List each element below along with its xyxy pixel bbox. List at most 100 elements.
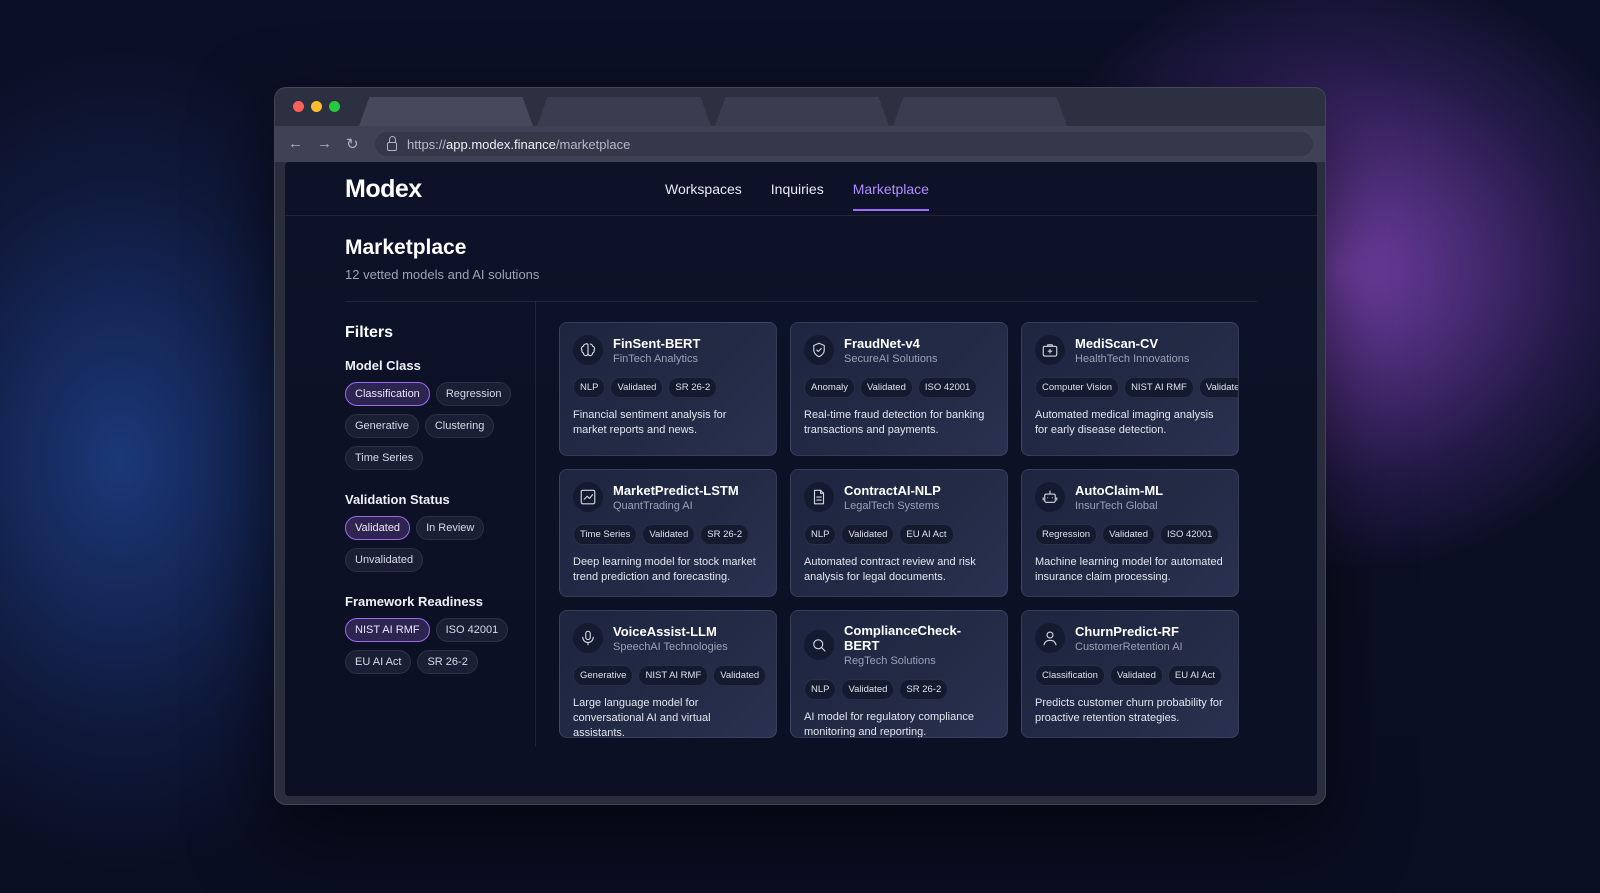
card-title[interactable]: AutoClaim-ML: [1075, 483, 1163, 498]
robot-icon: [1035, 482, 1065, 512]
card-header: FinSent-BERT FinTech Analytics: [573, 335, 763, 365]
medical-kit-icon: [1035, 335, 1065, 365]
reload-icon[interactable]: ↻: [346, 135, 359, 153]
document-icon: [804, 482, 834, 512]
card-heading: MediScan-CV HealthTech Innovations: [1075, 336, 1189, 365]
filter-chip[interactable]: Generative: [345, 414, 419, 438]
arrow-left-icon[interactable]: ←: [288, 135, 303, 152]
nav-marketplace[interactable]: Marketplace: [852, 181, 930, 211]
card-heading: FraudNet-v4 SecureAI Solutions: [844, 336, 938, 365]
filter-group-title: Validation Status: [345, 492, 450, 507]
filter-group: Model Class Classification Regression Gener…: [345, 358, 525, 470]
card-tags: Regression Validated ISO 42001: [1035, 524, 1225, 545]
filter-chip[interactable]: Time Series: [345, 446, 424, 470]
card-company: CustomerRetention AI: [1075, 640, 1183, 653]
page-subtitle: 12 vetted models and AI solutions: [345, 267, 540, 282]
card-company: RegTech Solutions: [844, 655, 936, 667]
card-title[interactable]: FinSent-BERT: [613, 336, 700, 351]
page-header: Marketplace 12 vetted models and AI solu…: [345, 236, 539, 282]
maximize-window-button[interactable]: [329, 101, 340, 112]
card-tag: Classification: [1035, 665, 1105, 686]
arrow-right-icon[interactable]: →: [317, 135, 332, 152]
close-window-button[interactable]: [293, 101, 304, 112]
card-title[interactable]: MarketPredict-LSTM: [613, 483, 739, 498]
card-heading: AutoClaim-ML InsurTech Global: [1075, 483, 1163, 512]
card-tags: Anomaly Validated ISO 42001: [804, 377, 994, 398]
card-header: FraudNet-v4 SecureAI Solutions: [804, 335, 994, 365]
card-title[interactable]: VoiceAssist-LLM: [613, 624, 728, 639]
nav-inquiries[interactable]: Inquiries: [771, 181, 824, 211]
card-title[interactable]: ChurnPredict-RF: [1075, 624, 1183, 639]
card-tag: Anomaly: [804, 377, 855, 398]
shield-icon: [804, 335, 834, 365]
nav-workspaces[interactable]: Workspaces: [665, 181, 742, 211]
card-tags: Time Series Validated SR 26-2: [573, 524, 763, 545]
card-title[interactable]: FraudNet-v4: [844, 336, 938, 351]
filter-chip[interactable]: Classification: [345, 382, 430, 406]
app-page: Modex Workspaces Inquiries Marketplace M…: [285, 162, 1317, 796]
minimize-window-button[interactable]: [311, 101, 322, 112]
model-card[interactable]: ChurnPredict-RF CustomerRetention AI Class…: [1021, 610, 1239, 738]
filter-chip[interactable]: NIST AI RMF: [345, 618, 430, 642]
browser-tab[interactable]: [893, 97, 1067, 126]
microphone-icon: [573, 623, 603, 653]
model-card[interactable]: VoiceAssist-LLM SpeechAI Technologies Gene…: [559, 610, 777, 738]
filter-group: Framework Readiness NIST AI RMF ISO 42001 E…: [345, 594, 525, 674]
card-header: MediScan-CV HealthTech Innovations: [1035, 335, 1225, 365]
url-path: /marketplace: [555, 136, 631, 152]
card-description: Automated medical imaging analysis for e…: [1035, 409, 1214, 436]
card-heading: VoiceAssist-LLM SpeechAI Technologies: [613, 624, 728, 653]
sidebar-divider: [535, 301, 536, 746]
page-title: Marketplace: [345, 236, 467, 259]
card-tag: NIST AI RMF: [1124, 377, 1194, 398]
card-tags: NLP Validated EU AI Act: [804, 524, 994, 545]
filter-chip[interactable]: In Review: [416, 516, 485, 540]
browser-tab-active[interactable]: [359, 97, 533, 126]
card-tag: Validated: [713, 665, 767, 686]
model-card[interactable]: FinSent-BERT FinTech Analytics NLP Validate…: [559, 322, 777, 456]
card-tag: Validated: [841, 679, 895, 700]
filter-chip[interactable]: Validated: [345, 516, 411, 540]
filter-group-title: Framework Readiness: [345, 594, 484, 609]
card-title[interactable]: MediScan-CV: [1075, 336, 1189, 351]
model-card[interactable]: MediScan-CV HealthTech Innovations Compute…: [1021, 322, 1239, 456]
card-tag: NLP: [573, 377, 606, 398]
model-card[interactable]: ComplianceCheck-BERT RegTech Solutions NLP…: [790, 610, 1008, 738]
filters-panel: Filters Model Class Classification Regress…: [345, 324, 525, 696]
url-field[interactable]: https://app.modex.finance/marketplace: [375, 132, 1313, 156]
card-description: Large language model for conversational …: [573, 697, 711, 738]
top-navigation: Modex Workspaces Inquiries Marketplace: [285, 162, 1317, 216]
filter-chip[interactable]: ISO 42001: [435, 618, 509, 642]
card-heading: ContractAI-NLP LegalTech Systems: [844, 483, 941, 512]
card-title[interactable]: ContractAI-NLP: [844, 483, 941, 498]
card-header: AutoClaim-ML InsurTech Global: [1035, 482, 1225, 512]
model-card[interactable]: FraudNet-v4 SecureAI Solutions Anomaly Vali…: [790, 322, 1008, 456]
url-prefix: https://: [407, 136, 447, 152]
card-tag: Validated: [1102, 524, 1155, 545]
filter-chip[interactable]: Clustering: [424, 414, 495, 438]
card-tag: Time Series: [573, 524, 638, 545]
card-tag: NLP: [804, 679, 837, 700]
filter-chip[interactable]: Unvalidated: [345, 548, 424, 572]
card-title[interactable]: ComplianceCheck-BERT: [844, 623, 994, 653]
model-card[interactable]: AutoClaim-ML InsurTech Global Regression Va…: [1021, 469, 1239, 597]
brain-icon: [573, 335, 603, 365]
app-logo[interactable]: Modex: [345, 175, 422, 204]
address-bar: ← → ↻ https://app.modex.finance/marketpl…: [275, 126, 1325, 162]
filter-group-title: Model Class: [345, 358, 421, 373]
search-icon: [804, 630, 834, 660]
card-company: QuantTrading AI: [613, 499, 693, 512]
filter-chip[interactable]: EU AI Act: [345, 650, 412, 674]
card-tag: Validated: [841, 524, 895, 545]
card-tag: SR 26-2: [700, 524, 750, 545]
card-header: ComplianceCheck-BERT RegTech Solutions: [804, 623, 994, 667]
card-tag: EU AI Act: [899, 524, 954, 545]
browser-tab[interactable]: [715, 97, 889, 126]
filter-chip[interactable]: Regression: [435, 382, 512, 406]
model-card[interactable]: MarketPredict-LSTM QuantTrading AI Time Se…: [559, 469, 777, 597]
card-description: Automated contract review and risk analy…: [804, 556, 976, 583]
filter-chip[interactable]: SR 26-2: [417, 650, 478, 674]
card-tag: NLP: [804, 524, 837, 545]
browser-tab[interactable]: [537, 97, 711, 126]
model-card[interactable]: ContractAI-NLP LegalTech Systems NLP Valida…: [790, 469, 1008, 597]
